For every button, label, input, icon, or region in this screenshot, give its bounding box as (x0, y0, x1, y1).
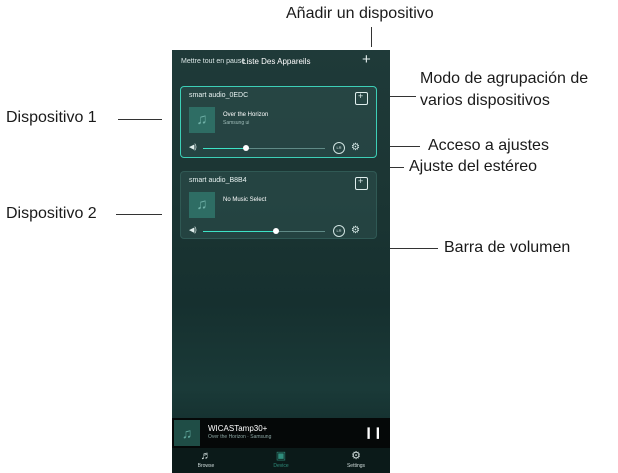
callout-add-device: Añadir un dispositivo (286, 5, 434, 22)
callout-settings-access: Acceso a ajustes (428, 137, 549, 154)
tab-bar: ♬ Browse ▣ Device ⚙ Settings (172, 448, 390, 473)
tab-browse[interactable]: ♬ Browse (181, 450, 231, 469)
callout-volume-bar: Barra de volumen (444, 239, 571, 256)
top-bar: Mettre tout en pause Liste Des Appareils… (172, 50, 390, 76)
device-card-2[interactable]: smart audio_B8B4 ♫ No Music Select ◀) LR… (180, 171, 377, 239)
group-add-icon[interactable] (355, 176, 368, 190)
speaker-icon: ◀) (189, 227, 197, 234)
stereo-button[interactable]: LR (333, 225, 345, 237)
tab-label: Settings (346, 463, 366, 469)
stereo-button[interactable]: LR (333, 142, 345, 154)
pause-icon[interactable]: ❙❙ (364, 426, 382, 439)
callout-device-1: Dispositivo 1 (6, 109, 97, 126)
callout-line-device-2 (116, 214, 162, 215)
group-add-icon[interactable] (355, 91, 368, 105)
song-title: Over the Horizon (223, 112, 269, 118)
gear-icon[interactable]: ⚙ (351, 142, 360, 153)
pause-all-button[interactable]: Mettre tout en pause (181, 58, 245, 65)
callout-stereo-adjust: Ajuste del estéreo (409, 158, 538, 175)
phone-screen: Mettre tout en pause Liste Des Appareils… (172, 50, 390, 473)
device-icon: ▣ (275, 450, 287, 462)
artist-name: Samsung ui (223, 120, 250, 126)
callout-group-mode-2: varios dispositivos (420, 92, 550, 109)
music-note-icon: ♫ (189, 192, 215, 218)
callout-line-volume-h (394, 248, 438, 249)
device-name: smart audio_0EDC (189, 92, 249, 99)
volume-fill (203, 231, 277, 232)
tab-settings[interactable]: ⚙ Settings (331, 450, 381, 469)
tab-label: Browse (197, 463, 215, 469)
speaker-icon: ◀) (189, 144, 197, 151)
callout-line-add-device (371, 27, 372, 47)
page-title: Liste Des Appareils (242, 57, 311, 66)
music-note-icon: ♫ (174, 420, 200, 446)
gear-icon[interactable]: ⚙ (351, 225, 360, 236)
music-note-icon: ♫ (189, 107, 215, 133)
volume-knob[interactable] (242, 145, 249, 151)
callout-device-2: Dispositivo 2 (6, 205, 97, 222)
callout-line-group-mode (386, 96, 416, 97)
song-title: No Music Select (223, 197, 267, 203)
volume-slider[interactable] (203, 145, 325, 151)
tab-label: Device (273, 463, 289, 469)
callout-line-device-1 (118, 119, 162, 120)
now-playing-subtitle: Over the Horizon · Samsung (208, 434, 272, 440)
callout-group-mode-1: Modo de agrupación de (420, 70, 589, 87)
device-card-1[interactable]: smart audio_0EDC ♫ Over the Horizon Sams… (180, 86, 377, 158)
plus-icon[interactable]: + (362, 52, 371, 68)
gear-icon: ⚙ (351, 450, 361, 462)
volume-fill (203, 148, 246, 149)
tab-device[interactable]: ▣ Device (256, 450, 306, 469)
music-note-icon: ♬ (200, 450, 212, 462)
volume-knob[interactable] (273, 228, 280, 234)
volume-slider[interactable] (203, 228, 325, 234)
now-playing-title: WICASTamp30+ (208, 424, 268, 433)
now-playing-bar[interactable]: ♫ WICASTamp30+ Over the Horizon · Samsun… (172, 418, 390, 448)
device-name: smart audio_B8B4 (189, 177, 247, 184)
